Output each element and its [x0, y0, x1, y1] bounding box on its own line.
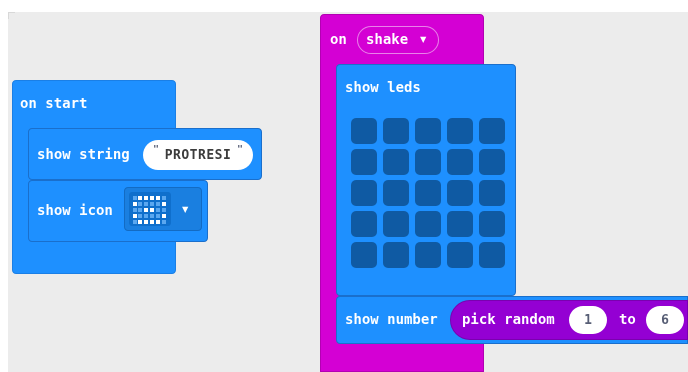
led[interactable] — [447, 149, 473, 175]
show-number-label: show number — [345, 312, 438, 328]
shake-dropdown-arrow-icon: ▾ — [418, 29, 428, 48]
led[interactable] — [351, 118, 377, 144]
close-quote-icon: " — [236, 144, 243, 155]
random-to-input[interactable]: 6 — [646, 306, 684, 334]
led[interactable] — [383, 242, 409, 268]
show-string-label: show string — [37, 147, 130, 163]
led[interactable] — [415, 149, 441, 175]
open-quote-icon: " — [153, 144, 160, 155]
led[interactable] — [447, 180, 473, 206]
dropdown-arrow-icon: ▾ — [180, 199, 190, 218]
led[interactable] — [479, 180, 505, 206]
random-from-input[interactable]: 1 — [569, 306, 607, 334]
led[interactable] — [479, 118, 505, 144]
led[interactable] — [415, 211, 441, 237]
icon-dropdown[interactable]: ▾ — [124, 187, 202, 231]
show-string-value: PROTRESI — [164, 147, 232, 163]
led[interactable] — [351, 211, 377, 237]
led[interactable] — [351, 242, 377, 268]
led[interactable] — [447, 211, 473, 237]
led[interactable] — [415, 180, 441, 206]
show-string-value-field[interactable]: " PROTRESI " — [143, 140, 253, 170]
on-label: on — [330, 32, 347, 48]
shake-event-label: shake — [366, 32, 409, 48]
show-icon-label: show icon — [37, 203, 113, 219]
led[interactable] — [479, 242, 505, 268]
led[interactable] — [447, 118, 473, 144]
on-start-label: on start — [20, 96, 88, 112]
shake-event-dropdown[interactable]: shake ▾ — [357, 26, 439, 54]
led-grid[interactable] — [351, 118, 511, 268]
pick-random-label: pick random — [462, 312, 555, 328]
led[interactable] — [383, 118, 409, 144]
led[interactable] — [479, 211, 505, 237]
led[interactable] — [351, 180, 377, 206]
led[interactable] — [383, 149, 409, 175]
led[interactable] — [383, 180, 409, 206]
show-leds-label: show leds — [345, 80, 421, 96]
led[interactable] — [479, 149, 505, 175]
led[interactable] — [383, 211, 409, 237]
led[interactable] — [415, 118, 441, 144]
led[interactable] — [415, 242, 441, 268]
led-icon-preview — [129, 192, 171, 226]
random-to-label: to — [619, 312, 636, 328]
led[interactable] — [447, 242, 473, 268]
led[interactable] — [351, 149, 377, 175]
